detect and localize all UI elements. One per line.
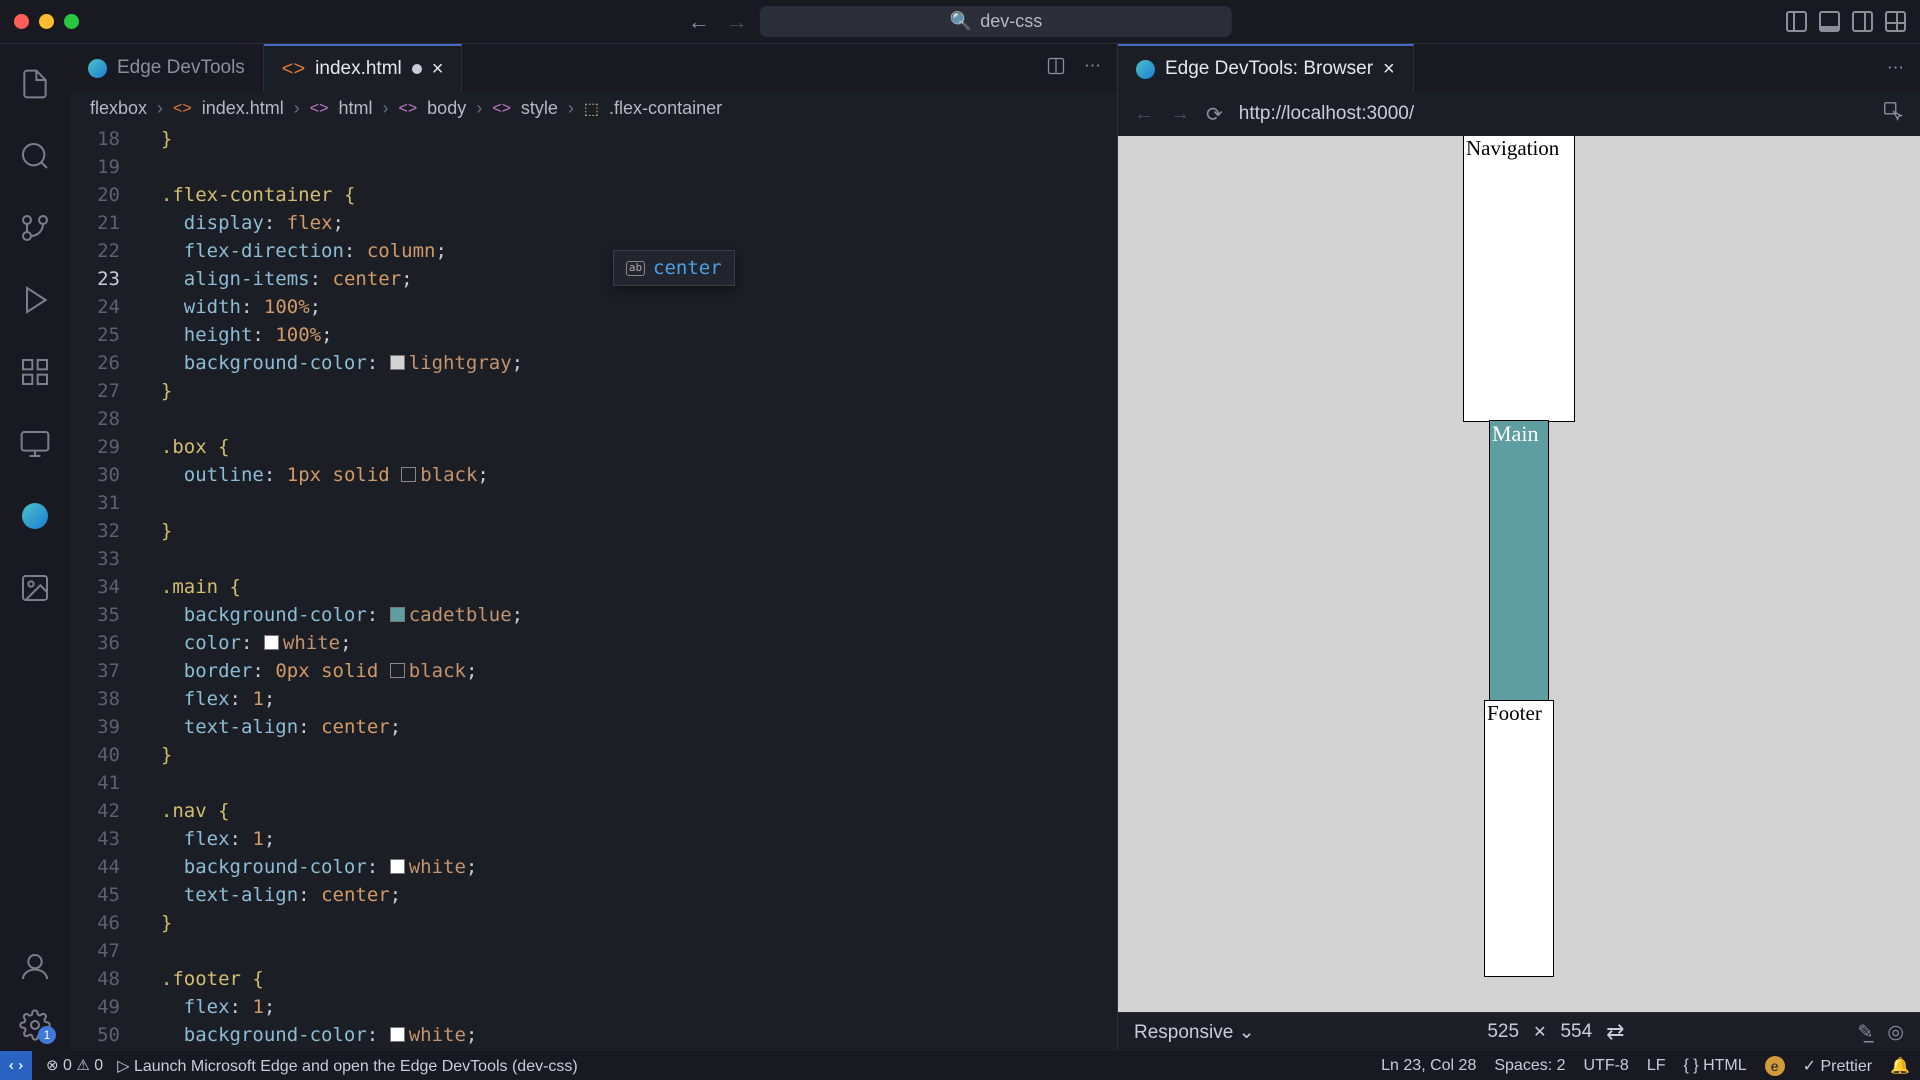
edge-icon [1136,60,1155,79]
browser-toolbar: ← → ⟳ http://localhost:3000/ [1118,92,1920,136]
edge-tools-icon[interactable] [19,500,51,532]
settings-icon[interactable] [19,1009,51,1041]
intellisense-suggestion[interactable]: ab center [613,250,735,286]
layout-customize-icon[interactable] [1885,11,1906,32]
image-gallery-icon[interactable] [19,572,51,604]
search-label: dev-css [980,11,1042,32]
tab-label: Edge DevTools: Browser [1165,58,1373,80]
chevron-down-icon: ⌄ [1239,1022,1255,1043]
split-editor-icon[interactable] [1046,56,1066,81]
breadcrumb-item[interactable]: html [338,98,372,119]
breadcrumb-item[interactable]: body [427,98,466,119]
remote-explorer-icon[interactable] [19,428,51,460]
line-number-gutter: 1819202122232425262728293031323334353637… [70,125,138,1051]
more-actions-icon[interactable]: ⋯ [1084,56,1101,81]
search-icon[interactable] [19,140,51,172]
preview-nav-element: Navigation [1464,136,1574,421]
preview-footer-element: Footer [1485,701,1553,976]
breadcrumb-item[interactable]: .flex-container [609,98,722,119]
close-tab-icon[interactable]: × [432,58,444,81]
css-rule-icon: ⬚ [584,99,599,119]
tab-edge-browser[interactable]: Edge DevTools: Browser × [1118,44,1414,92]
activity-bar [0,44,70,1051]
breadcrumb-item[interactable]: style [521,98,558,119]
titlebar: ← → 🔍 dev-css [0,0,1920,44]
accounts-icon[interactable] [19,951,51,983]
extensions-icon[interactable] [19,356,51,388]
layout-sidebar-left-icon[interactable] [1786,11,1807,32]
layout-sidebar-right-icon[interactable] [1852,11,1873,32]
dirty-indicator-icon [412,64,422,74]
breadcrumb-item[interactable]: index.html [202,98,284,119]
value-icon: ab [626,261,645,276]
cursor-position-status[interactable]: Ln 23, Col 28 [1381,1057,1476,1075]
emulation-toolbar: Responsive ⌄ 525 ✕ 554 ⇄ ✎̲ ◎ [1118,1012,1920,1051]
browser-viewport[interactable]: Navigation Main Footer [1118,136,1920,1012]
tag-icon: <> [310,100,329,118]
explorer-icon[interactable] [19,68,51,100]
preview-main-element: Main [1490,421,1548,701]
edge-tools-status-icon[interactable]: e [1765,1056,1785,1076]
viewport-height[interactable]: 554 [1560,1021,1592,1043]
search-icon: 🔍 [950,11,972,32]
nav-forward-icon[interactable]: → [726,9,748,35]
tag-icon: <> [398,100,417,118]
css-mirror-icon[interactable]: ◎ [1887,1021,1904,1044]
close-window-button[interactable] [14,14,29,29]
tab-label: index.html [315,58,402,80]
editor-group-left: Edge DevTools <> index.html × ⋯ flexbox›… [70,44,1117,1051]
eol-status[interactable]: LF [1647,1057,1666,1075]
status-bar: ⊗ 0 ⚠ 0 ▷ Launch Microsoft Edge and open… [0,1051,1920,1080]
editor-group-right: Edge DevTools: Browser × ⋯ ← → ⟳ http://… [1117,44,1920,1051]
language-mode-status[interactable]: { } HTML [1684,1057,1747,1075]
tab-edge-devtools[interactable]: Edge DevTools [70,44,264,92]
source-control-icon[interactable] [19,212,51,244]
edge-icon [88,59,107,78]
device-mode-dropdown[interactable]: Responsive ⌄ [1134,1021,1254,1044]
run-debug-icon[interactable] [19,284,51,316]
maximize-window-button[interactable] [64,14,79,29]
code-editor[interactable]: 1819202122232425262728293031323334353637… [70,125,1117,1051]
breadcrumbs[interactable]: flexbox› <> index.html› <> html› <> body… [70,92,1117,125]
html-file-icon: <> [282,58,305,81]
dimension-separator: ✕ [1533,1022,1546,1042]
indentation-status[interactable]: Spaces: 2 [1494,1057,1565,1075]
nav-back-icon[interactable]: ← [688,9,710,35]
breadcrumb-item[interactable]: flexbox [90,98,147,119]
command-center-search[interactable]: 🔍 dev-css [760,6,1232,37]
html-file-icon: <> [173,100,192,118]
layout-panel-bottom-icon[interactable] [1819,11,1840,32]
prettier-status[interactable]: Prettier [1803,1056,1872,1076]
rotate-viewport-icon[interactable]: ⇄ [1606,1019,1624,1045]
notifications-icon[interactable]: 🔔 [1890,1056,1910,1076]
minimize-window-button[interactable] [39,14,54,29]
close-tab-icon[interactable]: × [1383,58,1395,81]
suggestion-label: center [653,254,722,282]
screencast-options-icon[interactable]: ✎̲ [1857,1021,1873,1044]
browser-reload-icon[interactable]: ⟳ [1206,102,1223,127]
inspect-element-icon[interactable] [1882,100,1904,128]
tab-index-html[interactable]: <> index.html × [264,44,463,92]
tag-icon: <> [492,100,511,118]
problems-status[interactable]: ⊗ 0 ⚠ 0 [46,1056,103,1075]
browser-back-icon[interactable]: ← [1134,103,1154,126]
remote-indicator[interactable] [0,1051,32,1080]
tab-label: Edge DevTools [117,57,245,79]
viewport-width[interactable]: 525 [1487,1021,1519,1043]
code-lines[interactable]: } .flex-container { display: flex; flex-… [138,125,1117,1051]
launch-edge-status[interactable]: ▷ Launch Microsoft Edge and open the Edg… [117,1056,578,1076]
editor-tabs: Edge DevTools <> index.html × ⋯ [70,44,1117,92]
more-actions-icon[interactable]: ⋯ [1887,58,1904,78]
window-controls [14,14,79,29]
browser-url[interactable]: http://localhost:3000/ [1239,103,1414,125]
browser-forward-icon[interactable]: → [1170,103,1190,126]
encoding-status[interactable]: UTF-8 [1584,1057,1629,1075]
preview-tabs: Edge DevTools: Browser × ⋯ [1118,44,1920,92]
